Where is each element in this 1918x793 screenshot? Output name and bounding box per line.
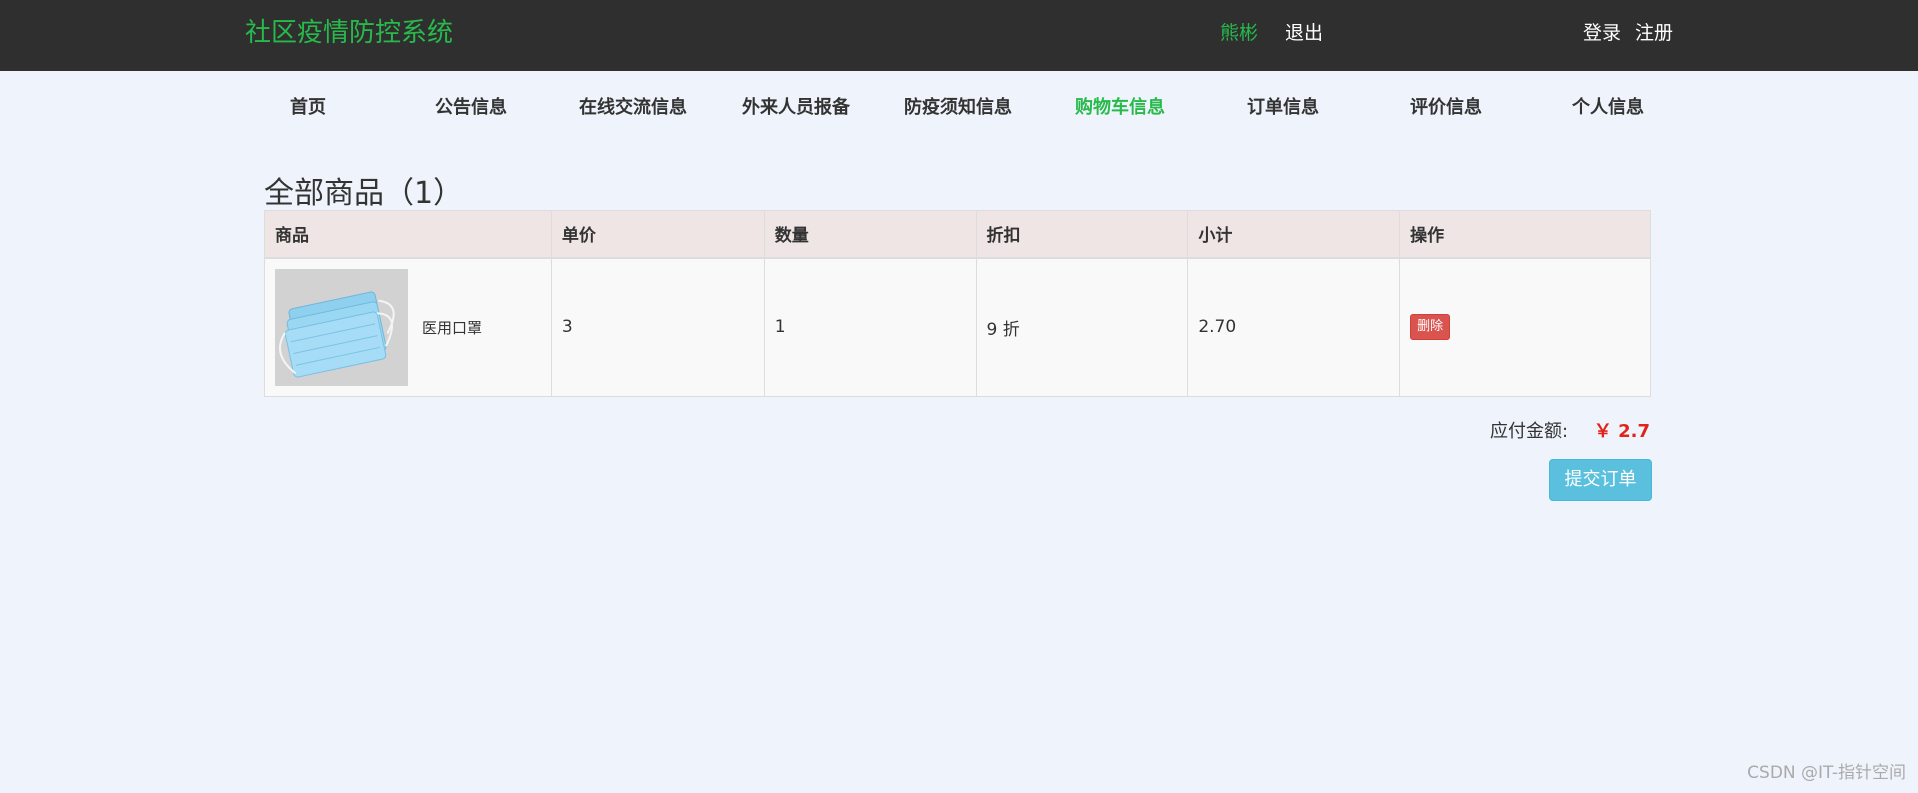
main-nav: 首页 公告信息 在线交流信息 外来人员报备 防疫须知信息 购物车信息 订单信息 … — [0, 96, 1918, 120]
delete-button[interactable]: 删除 — [1410, 314, 1451, 341]
nav-prevention-notice[interactable]: 防疫须知信息 — [883, 96, 1033, 120]
col-discount: 折扣 — [975, 210, 1189, 259]
cart-title: 全部商品（1） — [264, 176, 464, 211]
col-product: 商品 — [264, 210, 552, 259]
col-quantity: 数量 — [763, 210, 977, 259]
col-price: 单价 — [550, 210, 765, 259]
nav-orders[interactable]: 订单信息 — [1208, 96, 1358, 120]
current-user-link[interactable]: 熊彬 — [1220, 20, 1258, 46]
product-image[interactable] — [275, 268, 408, 386]
price-cell: 3 — [550, 257, 765, 397]
register-link[interactable]: 注册 — [1635, 20, 1673, 46]
submit-order-button[interactable]: 提交订单 — [1549, 459, 1652, 501]
quantity-cell: 1 — [763, 257, 977, 397]
login-link[interactable]: 登录 — [1583, 20, 1621, 46]
site-brand[interactable]: 社区疫情防控系统 — [245, 16, 453, 50]
watermark: CSDN @IT-指针空间 — [1747, 763, 1906, 783]
nav-visitor-report[interactable]: 外来人员报备 — [721, 96, 871, 120]
action-cell: 删除 — [1399, 257, 1651, 397]
nav-online-chat[interactable]: 在线交流信息 — [558, 96, 708, 120]
subtotal-cell: 2.70 — [1187, 257, 1401, 397]
nav-profile[interactable]: 个人信息 — [1533, 96, 1683, 120]
cart-table: 商品 单价 数量 折扣 小计 操作 医用口罩 3 1 9 折 2.70 删除 — [264, 210, 1651, 397]
nav-home[interactable]: 首页 — [233, 96, 383, 120]
product-cell: 医用口罩 — [264, 257, 552, 397]
product-name: 医用口罩 — [422, 318, 483, 337]
logout-link[interactable]: 退出 — [1285, 20, 1323, 46]
order-total: 应付金额: ￥ 2.7 — [1440, 420, 1650, 444]
nav-announcements[interactable]: 公告信息 — [396, 96, 546, 120]
table-row: 医用口罩 3 1 9 折 2.70 删除 — [264, 257, 1651, 397]
col-subtotal: 小计 — [1187, 210, 1401, 259]
col-action: 操作 — [1399, 210, 1651, 259]
nav-reviews[interactable]: 评价信息 — [1371, 96, 1521, 120]
total-value: ￥ 2.7 — [1593, 421, 1650, 442]
top-navbar: 社区疫情防控系统 熊彬 退出 登录 注册 — [0, 0, 1918, 71]
table-header-row: 商品 单价 数量 折扣 小计 操作 — [264, 210, 1651, 259]
total-label: 应付金额: — [1490, 421, 1569, 442]
nav-cart[interactable]: 购物车信息 — [1045, 96, 1195, 120]
discount-cell: 9 折 — [975, 257, 1189, 397]
